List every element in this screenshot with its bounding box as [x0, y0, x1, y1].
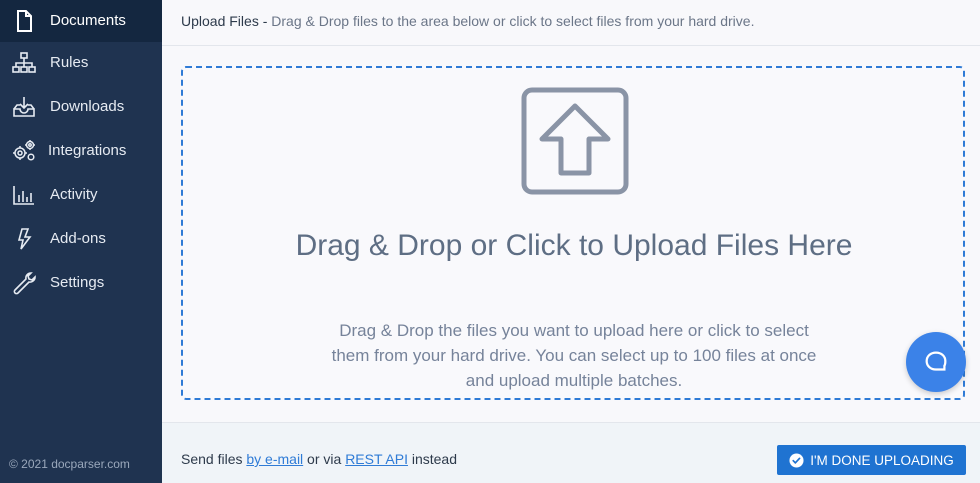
via-text: or via: [303, 451, 346, 467]
sidebar-item-integrations[interactable]: Integrations: [0, 130, 162, 172]
sidebar-item-rules[interactable]: Rules: [0, 42, 162, 84]
sidebar-item-add-ons[interactable]: Add-ons: [0, 218, 162, 260]
sidebar-item-downloads[interactable]: Downloads: [0, 86, 162, 128]
sitemap-icon: [10, 49, 38, 77]
page-header: Upload Files - Drag & Drop files to the …: [162, 0, 980, 46]
wrench-icon: [10, 269, 38, 297]
upload-arrow-icon: [520, 86, 630, 196]
sidebar: Documents Rules Downloads Integrations A…: [0, 0, 162, 483]
sidebar-item-label: Downloads: [50, 98, 125, 115]
sidebar-item-label: Activity: [50, 186, 98, 203]
send-suffix: instead: [407, 451, 458, 467]
chat-bubble-icon: [925, 351, 947, 371]
sidebar-item-activity[interactable]: Activity: [0, 174, 162, 216]
sidebar-item-label: Rules: [50, 54, 89, 71]
dropzone-subtext: Drag & Drop the files you want to upload…: [331, 321, 817, 390]
page-title: Upload Files - Drag & Drop files to the …: [181, 13, 754, 29]
sidebar-item-settings[interactable]: Settings: [0, 262, 162, 304]
sidebar-item-label: Documents: [50, 12, 126, 29]
copyright-footer: © 2021 docparser.com: [9, 457, 130, 471]
dropzone-heading: Drag & Drop or Click to Upload Files Her…: [295, 229, 853, 262]
sidebar-item-label: Integrations: [48, 142, 127, 159]
sidebar-item-label: Add-ons: [50, 230, 106, 247]
done-button-label: I'M DONE UPLOADING: [810, 452, 954, 468]
sidebar-item-documents[interactable]: Documents: [0, 0, 162, 42]
send-files-text: Send files by e-mail or via REST API ins…: [181, 451, 457, 467]
check-circle-icon: [789, 452, 804, 468]
download-tray-icon: [10, 93, 38, 121]
send-prefix: Send files: [181, 451, 247, 467]
bolt-icon: [10, 225, 38, 253]
page-description: Drag & Drop files to the area below or c…: [271, 13, 755, 29]
bar-chart-icon: [10, 181, 38, 209]
bottom-bar: Send files by e-mail or via REST API ins…: [162, 422, 980, 483]
document-icon: [10, 7, 38, 35]
done-uploading-button[interactable]: I'M DONE UPLOADING: [777, 445, 966, 475]
upload-dropzone[interactable]: Drag & Drop or Click to Upload Files Her…: [181, 66, 965, 400]
gears-icon: [10, 137, 38, 165]
email-link[interactable]: by e-mail: [246, 451, 303, 467]
sidebar-item-label: Settings: [50, 274, 105, 291]
page-title-text: Upload Files -: [181, 13, 272, 29]
rest-api-link[interactable]: REST API: [345, 451, 408, 467]
chat-button[interactable]: [906, 332, 966, 392]
